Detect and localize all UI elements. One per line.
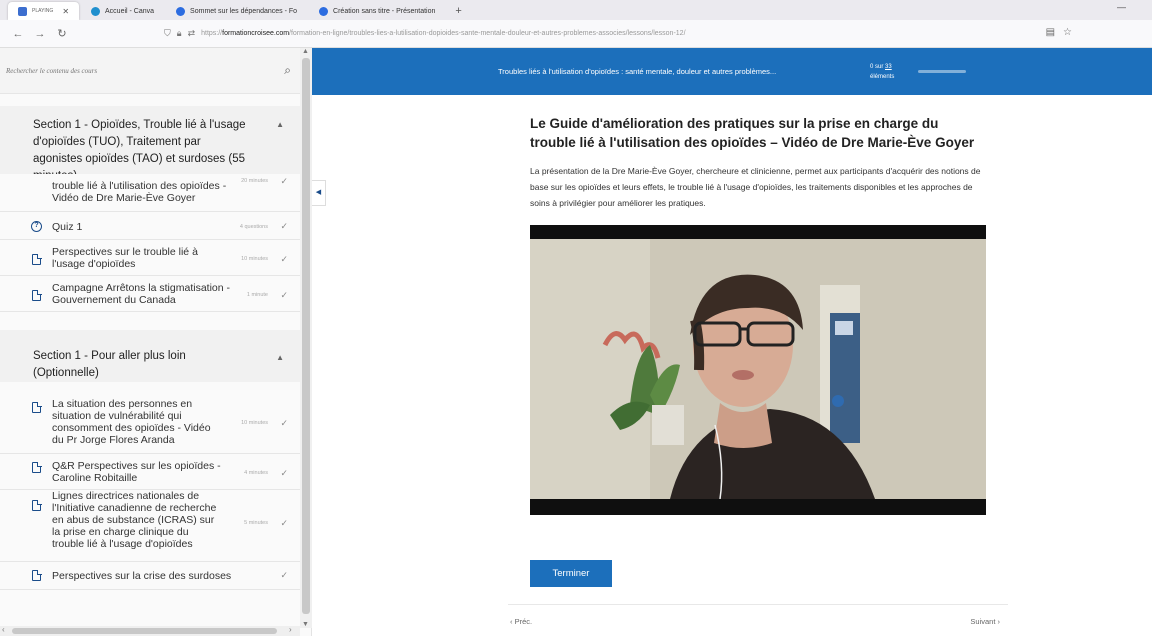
list-item[interactable]: La situation des personnes en situation … bbox=[0, 392, 300, 454]
list-item[interactable]: Lignes directrices nationales de l'Initi… bbox=[0, 490, 300, 562]
url-text: https://formationcroisee.com/formation-e… bbox=[201, 30, 686, 37]
section-header-2[interactable]: Section 1 - Pour aller plus loin (Option… bbox=[0, 330, 300, 382]
document-icon bbox=[32, 401, 42, 413]
bookmark-star-icon[interactable]: ☆ bbox=[1063, 27, 1072, 38]
tab-label: Sommet sur les dépendances - Fo bbox=[190, 7, 298, 15]
check-icon: ✓ bbox=[280, 176, 288, 186]
collapse-sidebar-button[interactable]: ◀ bbox=[312, 180, 326, 206]
list-item[interactable]: Perspectives sur la crise des surdoses ✓ bbox=[0, 562, 300, 590]
search-input[interactable] bbox=[6, 66, 206, 75]
progress-text: 0 sur 33 éléments bbox=[870, 64, 895, 80]
canva-favicon-icon bbox=[91, 6, 101, 16]
minimize-icon[interactable]: — bbox=[1117, 2, 1126, 12]
section-title: Section 1 - Pour aller plus loin (Option… bbox=[33, 350, 186, 379]
document-icon bbox=[32, 253, 42, 265]
list-item[interactable]: trouble lié à l'utilisation des opioïdes… bbox=[0, 174, 300, 212]
course-sidebar: ⌕ Section 1 - Opioïdes, Trouble lié à l'… bbox=[0, 48, 312, 636]
browser-tab-bar: PLAYING ✕ Accueil - Canva Sommet sur les… bbox=[0, 0, 1152, 20]
tab-sommet[interactable]: Sommet sur les dépendances - Fo bbox=[166, 2, 307, 20]
shield-icon: ⛉ bbox=[164, 28, 171, 38]
tab-label: Accueil - Canva bbox=[105, 7, 155, 15]
back-arrow-icon[interactable]: ← bbox=[10, 28, 26, 40]
course-search: ⌕ bbox=[0, 48, 311, 94]
lesson-title: Le Guide d'amélioration des pratiques su… bbox=[530, 116, 975, 150]
lesson-duration: 10 minutes bbox=[241, 256, 268, 262]
quiz-icon: ? bbox=[31, 221, 42, 232]
section-header-1[interactable]: Section 1 - Opioïdes, Trouble lié à l'us… bbox=[0, 106, 300, 182]
reader-view-icon[interactable]: ▤ bbox=[1046, 27, 1055, 38]
check-icon: ✓ bbox=[280, 221, 288, 231]
lesson-label: La situation des personnes en situation … bbox=[52, 398, 211, 446]
tab-canva[interactable]: Accueil - Canva bbox=[81, 2, 164, 20]
lock-icon: 🔒︎ bbox=[176, 28, 182, 38]
browser-nav-bar: ← → ↻ ⛉ 🔒︎ ⇄ https://formationcroisee.co… bbox=[0, 20, 1152, 48]
new-tab-button[interactable]: + bbox=[447, 2, 469, 20]
document-icon bbox=[32, 569, 42, 581]
scroll-down-icon[interactable]: ▼ bbox=[302, 621, 309, 628]
sidebar-horizontal-scrollbar[interactable]: ‹ › bbox=[0, 625, 300, 636]
document-icon bbox=[32, 461, 42, 473]
video-player[interactable] bbox=[530, 225, 986, 515]
list-item[interactable]: ? Quiz 1 4 questions ✓ bbox=[0, 212, 300, 240]
lesson-description: La présentation de la Dre Marie-Ève Goye… bbox=[530, 166, 981, 208]
list-item[interactable]: Campagne Arrêtons la stigmatisation - Go… bbox=[0, 276, 300, 312]
lesson-duration: 20 minutes bbox=[241, 178, 268, 184]
list-item[interactable]: Q&R Perspectives sur les opioïdes - Caro… bbox=[0, 454, 300, 490]
address-bar[interactable]: ⛉ 🔒︎ ⇄ https://formationcroisee.com/form… bbox=[164, 28, 686, 39]
video-frame bbox=[530, 225, 986, 515]
check-icon: ✓ bbox=[280, 254, 288, 264]
scroll-left-icon[interactable]: ‹ bbox=[2, 625, 5, 634]
chevron-up-icon[interactable]: ▲ bbox=[276, 353, 284, 362]
check-icon: ✓ bbox=[280, 290, 288, 300]
scrollbar-thumb[interactable] bbox=[12, 628, 277, 634]
tab-label: Création sans titre - Présentation bbox=[333, 7, 436, 15]
scrollbar-thumb[interactable] bbox=[302, 58, 310, 614]
lesson-label: Perspectives sur la crise des surdoses bbox=[52, 570, 232, 582]
progress-bar bbox=[918, 70, 966, 73]
chevron-left-icon: ◀ bbox=[315, 189, 322, 196]
lesson-label: Lignes directrices nationales de l'Initi… bbox=[52, 490, 217, 550]
lesson-label: Perspectives sur le trouble lié à l'usag… bbox=[52, 246, 198, 270]
chevron-up-icon[interactable]: ▲ bbox=[276, 120, 284, 129]
scroll-up-icon[interactable]: ▲ bbox=[302, 48, 309, 55]
reload-icon[interactable]: ↻ bbox=[54, 27, 70, 40]
document-icon bbox=[32, 499, 42, 511]
sidebar-scrollbar[interactable]: ▲ ▼ bbox=[300, 48, 312, 628]
lesson-duration: 10 minutes bbox=[241, 420, 268, 426]
list-item[interactable]: Perspectives sur le trouble lié à l'usag… bbox=[0, 240, 300, 276]
permissions-icon: ⇄ bbox=[187, 28, 196, 38]
check-icon: ✓ bbox=[280, 468, 288, 478]
tab-current[interactable]: PLAYING ✕ bbox=[8, 2, 80, 20]
forward-arrow-icon[interactable]: → bbox=[32, 28, 48, 40]
check-icon: ✓ bbox=[280, 518, 288, 528]
document-icon bbox=[32, 289, 42, 301]
lesson-duration: 4 minutes bbox=[244, 470, 268, 476]
lesson-duration: 5 minutes bbox=[244, 520, 268, 526]
tab-label: PLAYING bbox=[32, 7, 54, 14]
close-icon[interactable]: ✕ bbox=[62, 7, 69, 16]
lesson-label: Campagne Arrêtons la stigmatisation - Go… bbox=[52, 282, 231, 306]
lesson-pager: ‹ Préc. Suivant › bbox=[508, 604, 1008, 634]
lesson-duration: 4 questions bbox=[239, 224, 268, 230]
tab-presentation[interactable]: Création sans titre - Présentation bbox=[309, 2, 445, 20]
site-favicon-icon bbox=[176, 6, 186, 16]
lesson-duration: 1 minute bbox=[246, 292, 268, 298]
lesson-label: trouble lié à l'utilisation des opioïdes… bbox=[52, 180, 227, 204]
check-icon: ✓ bbox=[280, 570, 288, 580]
lesson-label: Q&R Perspectives sur les opioïdes - Caro… bbox=[52, 460, 221, 484]
site-favicon-icon bbox=[18, 6, 27, 16]
scroll-right-icon[interactable]: › bbox=[289, 625, 292, 634]
next-link[interactable]: Suivant › bbox=[970, 617, 1000, 626]
site-favicon-icon bbox=[319, 6, 329, 16]
course-title: Troubles liés à l'utilisation d'opioïdes… bbox=[498, 67, 777, 76]
lesson-label: Quiz 1 bbox=[52, 221, 83, 233]
course-header-banner: Troubles liés à l'utilisation d'opioïdes… bbox=[312, 48, 1152, 95]
previous-link[interactable]: ‹ Préc. bbox=[510, 617, 532, 626]
search-icon[interactable]: ⌕ bbox=[284, 63, 291, 78]
check-icon: ✓ bbox=[280, 418, 288, 428]
finish-button[interactable]: Terminer bbox=[530, 560, 612, 587]
